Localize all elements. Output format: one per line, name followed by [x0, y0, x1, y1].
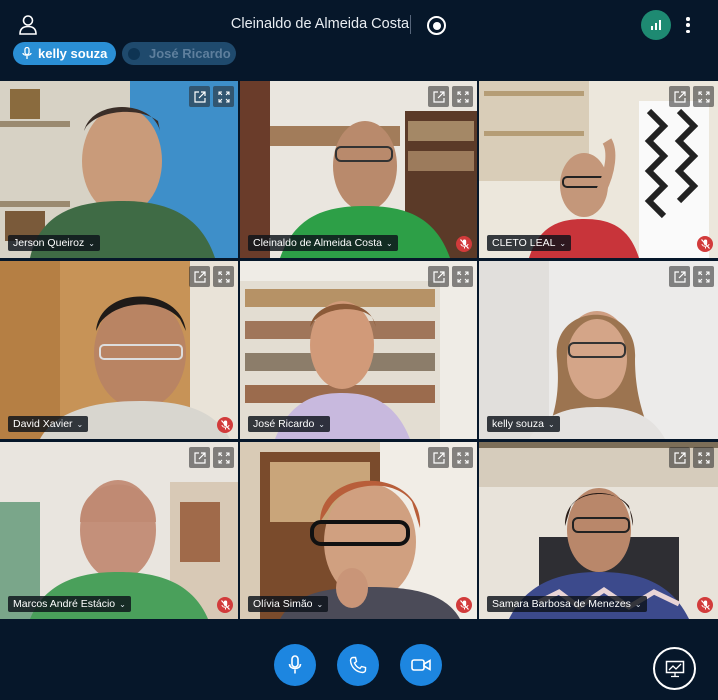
user-icon[interactable] [18, 14, 38, 36]
talking-indicator-kelly[interactable]: kelly souza [13, 42, 116, 65]
fullscreen-icon[interactable] [693, 86, 714, 107]
participant-video [479, 81, 718, 258]
participant-name[interactable]: José Ricardo ⌄ [248, 416, 330, 432]
participant-name[interactable]: Samara Barbosa de Menezes ⌄ [487, 596, 647, 612]
mic-muted-icon [697, 236, 713, 252]
record-icon[interactable] [427, 16, 446, 35]
participant-name[interactable]: CLETO LEAL ⌄ [487, 235, 572, 251]
fullscreen-icon[interactable] [452, 266, 473, 287]
connection-stats-icon[interactable] [641, 10, 671, 40]
popout-icon[interactable] [428, 266, 449, 287]
popout-icon[interactable] [669, 86, 690, 107]
video-tile[interactable]: Cleinaldo de Almeida Costa ⌄ [240, 81, 477, 258]
mic-muted-icon [456, 236, 472, 252]
chevron-down-icon: ⌄ [559, 238, 567, 248]
camera-icon[interactable] [400, 644, 442, 686]
fullscreen-icon[interactable] [452, 447, 473, 468]
participant-video [479, 261, 718, 439]
participant-name[interactable]: Olívia Simão ⌄ [248, 596, 329, 612]
presentation-icon[interactable] [653, 647, 696, 690]
more-options-icon[interactable] [680, 13, 696, 37]
title-divider [410, 15, 411, 34]
phone-icon[interactable] [337, 644, 379, 686]
participant-video [240, 442, 477, 619]
popout-icon[interactable] [428, 86, 449, 107]
talking-status-dot [128, 47, 140, 60]
video-tile[interactable]: Olívia Simão ⌄ [240, 442, 477, 619]
video-tile[interactable]: Marcos André Estácio ⌄ [0, 442, 238, 619]
participant-video [0, 442, 238, 619]
chevron-down-icon: ⌄ [547, 419, 555, 429]
mic-muted-icon [697, 597, 713, 613]
participant-video [0, 81, 238, 258]
participant-name[interactable]: kelly souza ⌄ [487, 416, 560, 432]
video-tile[interactable]: Jerson Queiroz ⌄ [0, 81, 238, 258]
participant-name[interactable]: David Xavier ⌄ [8, 416, 89, 432]
popout-icon[interactable] [669, 447, 690, 468]
video-tile[interactable]: José Ricardo ⌄ [240, 261, 477, 439]
video-tile[interactable]: CLETO LEAL ⌄ [479, 81, 718, 258]
participant-video [479, 442, 718, 619]
video-tile-active[interactable]: kelly souza ⌄ [479, 261, 718, 439]
fullscreen-icon[interactable] [213, 86, 234, 107]
mic-muted-icon [217, 597, 233, 613]
meeting-title: Cleinaldo de Almeida Costa [230, 16, 410, 32]
fullscreen-icon[interactable] [452, 86, 473, 107]
chevron-down-icon: ⌄ [634, 599, 642, 609]
participant-video [240, 261, 477, 439]
chevron-down-icon: ⌄ [76, 419, 84, 429]
top-bar: Cleinaldo de Almeida Costa kelly souza J… [0, 0, 718, 76]
popout-icon[interactable] [189, 447, 210, 468]
microphone-icon [22, 47, 32, 59]
popout-icon[interactable] [669, 266, 690, 287]
participant-name[interactable]: Cleinaldo de Almeida Costa ⌄ [248, 235, 398, 251]
mic-muted-icon [217, 417, 233, 433]
participant-video [240, 81, 477, 258]
video-tile[interactable]: Samara Barbosa de Menezes ⌄ [479, 442, 718, 619]
chevron-down-icon: ⌄ [318, 419, 325, 429]
popout-icon[interactable] [428, 447, 449, 468]
video-tile[interactable]: David Xavier ⌄ [0, 261, 238, 439]
participant-name[interactable]: Jerson Queiroz ⌄ [8, 235, 100, 251]
microphone-icon[interactable] [274, 644, 316, 686]
participant-video [0, 261, 238, 439]
talking-indicator-label: José Ricardo [149, 46, 231, 61]
fullscreen-icon[interactable] [213, 266, 234, 287]
participant-name[interactable]: Marcos André Estácio ⌄ [8, 596, 131, 612]
controls-bar [0, 620, 718, 700]
fullscreen-icon[interactable] [693, 266, 714, 287]
chevron-down-icon: ⌄ [88, 238, 95, 248]
talking-indicator-jose[interactable]: José Ricardo [122, 42, 236, 65]
chevron-down-icon: ⌄ [386, 238, 393, 248]
popout-icon[interactable] [189, 86, 210, 107]
talking-indicator-label: kelly souza [38, 46, 108, 61]
popout-icon[interactable] [189, 266, 210, 287]
mic-muted-icon [456, 597, 472, 613]
fullscreen-icon[interactable] [693, 447, 714, 468]
fullscreen-icon[interactable] [213, 447, 234, 468]
chevron-down-icon: ⌄ [119, 599, 126, 609]
chevron-down-icon: ⌄ [316, 599, 324, 609]
